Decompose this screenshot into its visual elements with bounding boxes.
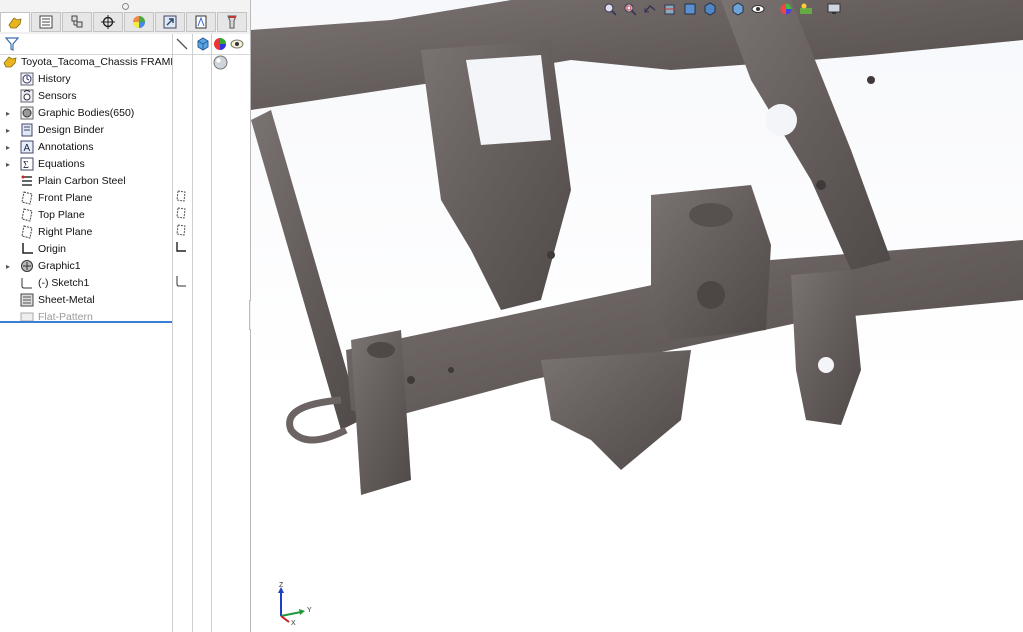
expand-arrow-icon[interactable]: ▸	[6, 109, 14, 118]
svg-text:A: A	[24, 143, 31, 154]
part-icon	[3, 55, 17, 69]
appearance-icon[interactable]	[213, 37, 227, 54]
tree-item-label: Equations	[38, 158, 85, 170]
tree-item-sketch1[interactable]: (-) Sketch1	[0, 275, 172, 291]
graphic-body-icon	[20, 259, 34, 273]
tree-item-origin[interactable]: Origin	[0, 241, 172, 257]
feature-manager-icon[interactable]	[0, 12, 30, 32]
cam-icon[interactable]	[155, 12, 185, 32]
origin-icon	[20, 242, 34, 256]
filter-icon[interactable]	[4, 37, 20, 54]
design-binder-icon	[20, 123, 34, 137]
tree-item-label: Sensors	[38, 90, 77, 102]
origin-visibility-icon[interactable]	[174, 240, 188, 254]
tree-item-sheet-metal[interactable]: Sheet-Metal	[0, 292, 172, 308]
apply-scene-icon[interactable]	[797, 1, 815, 17]
plane-visibility-icon[interactable]	[174, 189, 188, 203]
heads-up-view-toolbar	[601, 0, 845, 18]
chassis-model[interactable]	[251, 0, 1023, 632]
tree-item-label: (-) Sketch1	[38, 277, 90, 289]
tree-item-label: Top Plane	[38, 209, 85, 221]
view-orientation-icon[interactable]	[701, 1, 719, 17]
hide-show-icon[interactable]	[749, 1, 767, 17]
plane-visibility-icon[interactable]	[174, 206, 188, 220]
scene-icon[interactable]	[230, 37, 244, 54]
expand-arrow-icon[interactable]: ▸	[6, 262, 14, 271]
plane-icon	[20, 208, 34, 222]
tree-item-label: Graphic1	[38, 260, 81, 272]
tree-item-label: Graphic Bodies(650)	[38, 107, 135, 119]
tree-item-label: Plain Carbon Steel	[38, 175, 126, 187]
graphic-bodies-icon	[20, 106, 34, 120]
sensors-icon	[20, 89, 34, 103]
view-settings-icon[interactable]	[825, 1, 843, 17]
feature-tree: Toyota_Tacoma_Chassis FRAME HORN History…	[0, 54, 172, 632]
panel-grip[interactable]	[0, 0, 250, 12]
sketch-relations-icon[interactable]	[175, 37, 189, 54]
tree-item-label: Annotations	[38, 141, 94, 153]
tree-item-graphic-bodies[interactable]: ▸ Graphic Bodies(650)	[0, 105, 172, 121]
material-appearance-swatch-icon[interactable]	[213, 55, 228, 73]
zoom-to-area-icon[interactable]	[621, 1, 639, 17]
material-icon	[20, 174, 34, 188]
annotations-icon: A	[20, 140, 34, 154]
display-manager-icon[interactable]	[124, 12, 154, 32]
tree-item-label: History	[38, 73, 71, 85]
edit-appearance-icon[interactable]	[777, 1, 795, 17]
rollback-bar[interactable]	[0, 321, 172, 323]
configuration-manager-icon[interactable]	[62, 12, 92, 32]
tree-item-sensors[interactable]: Sensors	[0, 88, 172, 104]
plane-icon	[20, 225, 34, 239]
feature-manager-panel: Toyota_Tacoma_Chassis FRAME HORN History…	[0, 0, 257, 632]
history-icon	[20, 72, 34, 86]
expand-arrow-icon[interactable]: ▸	[6, 143, 14, 152]
tree-item-label: Right Plane	[38, 226, 93, 238]
tree-item-front-plane[interactable]: Front Plane	[0, 190, 172, 206]
sketch-icon	[20, 276, 34, 290]
section-view-icon[interactable]	[661, 1, 679, 17]
tree-item-label: Origin	[38, 243, 67, 255]
design-checker-icon[interactable]	[217, 12, 247, 32]
tree-item-equations[interactable]: ▸ Σ Equations	[0, 156, 172, 172]
tree-item-history[interactable]: History	[0, 71, 172, 87]
sheet-metal-icon	[20, 293, 34, 307]
triad-x-label: X	[291, 620, 296, 626]
reference-triad: Z Y X	[271, 581, 331, 627]
zoom-to-fit-icon[interactable]	[601, 1, 619, 17]
display-style-icon[interactable]	[729, 1, 747, 17]
hide-show-bodies-icon[interactable]	[196, 37, 210, 54]
expand-arrow-icon[interactable]: ▸	[6, 160, 14, 169]
triad-z-label: Z	[279, 582, 284, 589]
property-manager-icon[interactable]	[31, 12, 61, 32]
dynamic-annotation-icon[interactable]	[681, 1, 699, 17]
tree-item-label: Sheet-Metal	[38, 294, 95, 306]
tree-item-label: Front Plane	[38, 192, 93, 204]
tree-item-material[interactable]: Plain Carbon Steel	[0, 173, 172, 189]
triad-y-label: Y	[307, 607, 312, 614]
tree-item-design-binder[interactable]: ▸ Design Binder	[0, 122, 172, 138]
tree-root-label: Toyota_Tacoma_Chassis FRAME HORN	[21, 56, 172, 68]
tree-item-graphic1[interactable]: ▸ Graphic1	[0, 258, 172, 274]
tree-root[interactable]: Toyota_Tacoma_Chassis FRAME HORN	[0, 54, 172, 70]
simulation-icon[interactable]	[186, 12, 216, 32]
tree-item-top-plane[interactable]: Top Plane	[0, 207, 172, 223]
equations-icon: Σ	[20, 157, 34, 171]
tree-item-right-plane[interactable]: Right Plane	[0, 224, 172, 240]
svg-text:Σ: Σ	[23, 160, 29, 171]
sketch-visibility-icon[interactable]	[174, 274, 188, 288]
previous-view-icon[interactable]	[641, 1, 659, 17]
expand-arrow-icon[interactable]: ▸	[6, 126, 14, 135]
filter-bar	[0, 34, 250, 55]
dimxpert-icon[interactable]	[93, 12, 123, 32]
graphics-area[interactable]: Z Y X	[251, 0, 1023, 632]
tree-item-annotations[interactable]: ▸ A Annotations	[0, 139, 172, 155]
plane-visibility-icon[interactable]	[174, 223, 188, 237]
plane-icon	[20, 191, 34, 205]
manager-tabs	[0, 12, 250, 35]
tree-item-label: Design Binder	[38, 124, 104, 136]
